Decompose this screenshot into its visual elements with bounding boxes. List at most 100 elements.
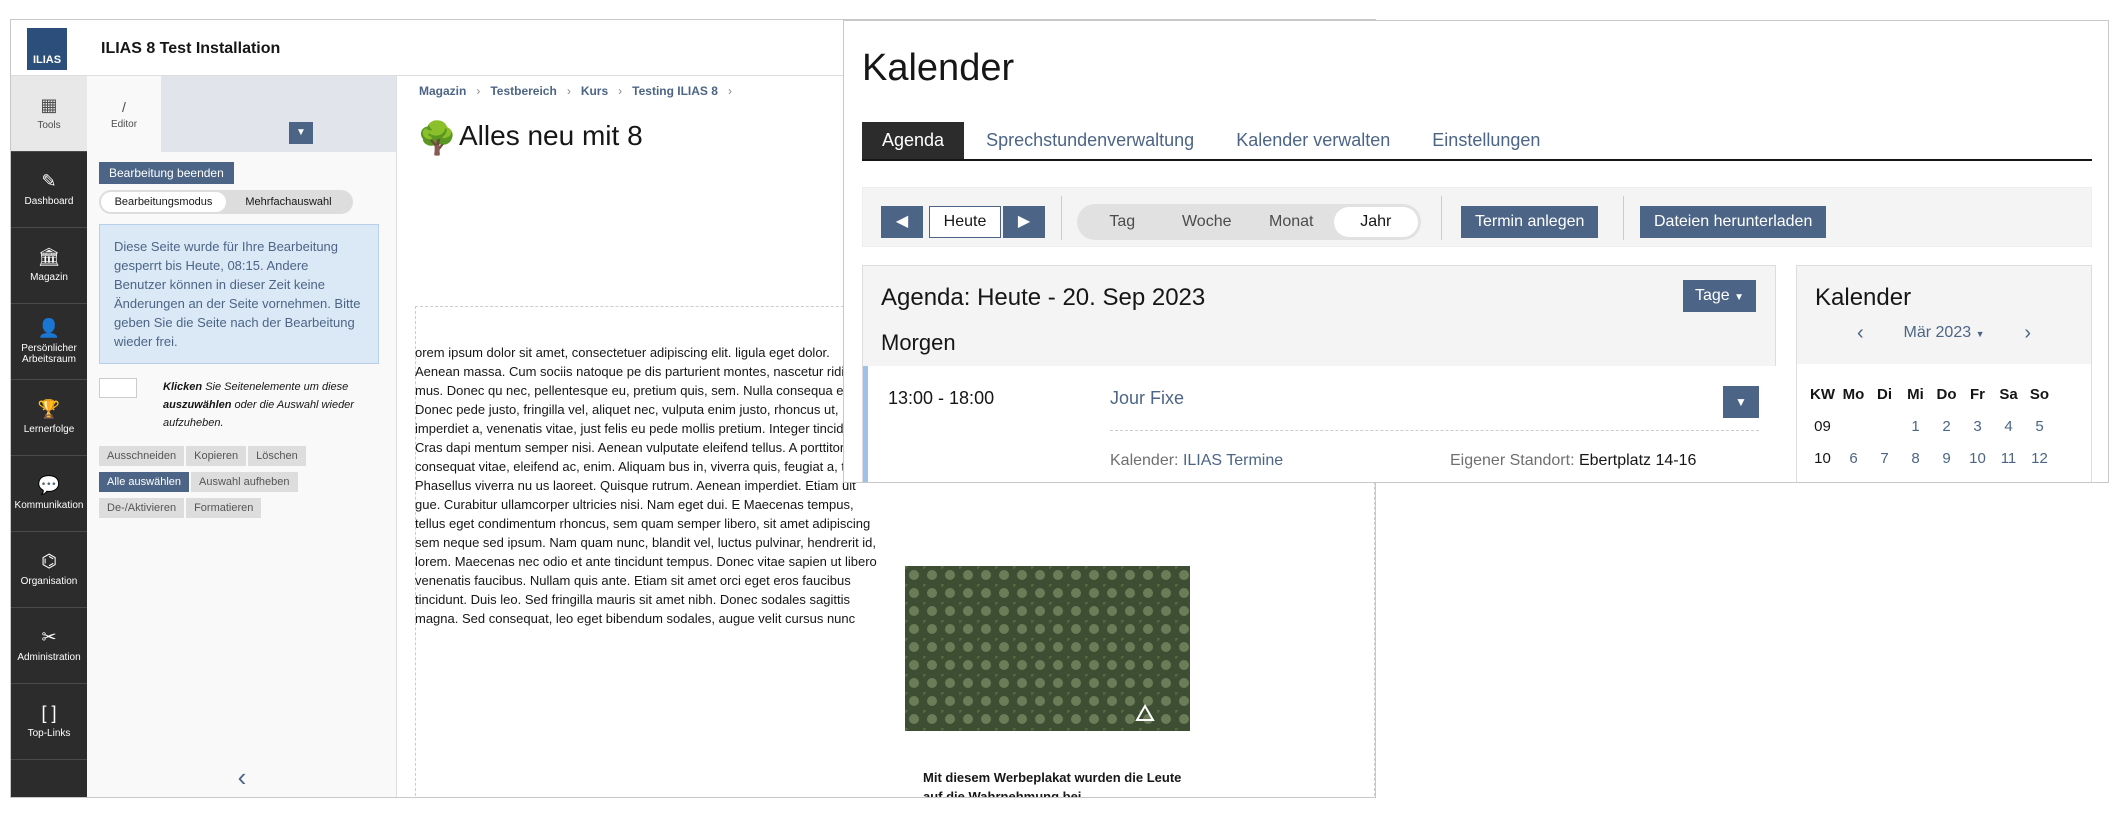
tab-settings[interactable]: Einstellungen	[1412, 122, 1560, 159]
chevron-right-icon: ›	[727, 84, 732, 98]
previous-button[interactable]: ◀	[881, 206, 923, 238]
view-month[interactable]: Monat	[1249, 207, 1334, 237]
mainbar-item-tools[interactable]: ▦ Tools	[11, 76, 87, 152]
mode-edit-button[interactable]: Bearbeitungsmodus	[101, 192, 226, 212]
tab-office-hours[interactable]: Sprechstundenverwaltung	[966, 122, 1214, 159]
ilias-logo[interactable]: ILIAS	[27, 28, 67, 70]
select-all-button[interactable]: Alle auswählen	[99, 472, 189, 492]
day-cell[interactable]: 8	[1900, 442, 1931, 474]
copy-button[interactable]: Kopieren	[186, 446, 247, 466]
bank-icon: 🏛	[37, 247, 61, 267]
slate-tabs: / Editor	[87, 76, 396, 152]
day-cell[interactable]: 5	[2024, 410, 2055, 442]
day-cell[interactable]: 11	[1993, 442, 2024, 474]
mainbar-item-organisation[interactable]: ⌬ Organisation	[11, 532, 87, 608]
new-appointment-button[interactable]: Termin anlegen	[1461, 206, 1599, 238]
view-mode-selector: Tag Woche Monat Jahr	[1077, 204, 1421, 240]
text-paragraph[interactable]: orem ipsum dolor sit amet, consectetuer …	[415, 343, 877, 628]
chevron-right-icon[interactable]: ›	[2024, 322, 2031, 345]
unselect-button[interactable]: Auswahl aufheben	[191, 472, 298, 492]
event-title-link[interactable]: Jour Fixe	[1110, 388, 1184, 409]
event-location-label: Eigener Standort:	[1450, 452, 1575, 469]
day-cell	[1869, 410, 1900, 442]
tab-editor[interactable]: / Editor	[87, 76, 161, 152]
breadcrumb-item[interactable]: Testing ILIAS 8	[632, 84, 718, 98]
page-title: Alles neu mit 8	[459, 120, 643, 151]
day-cell[interactable]: 3	[1962, 410, 1993, 442]
download-files-button[interactable]: Dateien herunterladen	[1640, 206, 1827, 238]
tree-icon: 🌳	[417, 120, 457, 156]
event-calendar-link[interactable]: ILIAS Termine	[1183, 452, 1283, 469]
mainbar-item-lernerfolge[interactable]: 🏆 Lernerfolge	[11, 380, 87, 456]
mainbar-item-dashboard[interactable]: ✎ Dashboard	[11, 152, 87, 228]
caret-down-icon: ▼	[1735, 395, 1747, 409]
month-dropdown[interactable]: Mär 2023 ▼	[1904, 324, 1985, 341]
view-day[interactable]: Tag	[1080, 207, 1165, 237]
mode-multi-button[interactable]: Mehrfachauswahl	[226, 192, 351, 212]
next-button[interactable]: ▶	[1003, 206, 1045, 238]
tab-agenda[interactable]: Agenda	[862, 122, 965, 159]
mainbar-item-toplinks[interactable]: [ ] Top-Links	[11, 684, 87, 760]
dashboard-icon: ✎	[41, 171, 57, 191]
day-cell[interactable]: 6	[1838, 442, 1869, 474]
cut-button[interactable]: Ausschneiden	[99, 446, 185, 466]
today-button[interactable]: Heute	[929, 206, 1001, 238]
day-cell[interactable]: 7	[1869, 442, 1900, 474]
range-dropdown[interactable]: Tage ▼	[1683, 280, 1757, 312]
mini-calendar: Kalender ‹ Mär 2023 ▼ › KW Mo Di Mi Do Fr Sa So…	[1796, 265, 2092, 482]
breadcrumb-item[interactable]: Magazin	[419, 84, 466, 98]
weekday-header: So	[2029, 385, 2050, 403]
weekday-header: Di	[1877, 385, 1892, 403]
caret-down-icon: ▼	[1734, 292, 1745, 303]
breadcrumb-item[interactable]: Kurs	[581, 84, 608, 98]
mainbar-item-label: Administration	[17, 652, 81, 663]
end-edit-dropdown-caret[interactable]: ▼	[289, 122, 313, 144]
puzzle-pattern-icon	[905, 566, 1190, 731]
day-section-heading: Morgen	[881, 330, 956, 355]
day-cell[interactable]: 9	[1931, 442, 1962, 474]
mainbar-item-administration[interactable]: ✂ Administration	[11, 608, 87, 684]
event-location-value: Ebertplatz 14-16	[1578, 452, 1697, 469]
view-week[interactable]: Woche	[1165, 207, 1250, 237]
day-cell[interactable]: 1	[1900, 410, 1931, 442]
event-item: 13:00 - 18:00 Jour Fixe ▼ Kalender: ILIA…	[863, 366, 1777, 482]
tab-manage-calendars[interactable]: Kalender verwalten	[1216, 122, 1410, 159]
divider	[1110, 430, 1759, 431]
day-cell[interactable]: 12	[2024, 442, 2055, 474]
mainbar-item-persönlicher[interactable]: 👤 Persönlicher Arbeitsraum	[11, 304, 87, 380]
breadcrumb-item[interactable]: Testbereich	[490, 84, 556, 98]
tool-slate: / Editor Bearbeitung beenden Bearbeitung…	[87, 76, 397, 797]
mainbar-item-kommunikation[interactable]: 💬 Kommunikation	[11, 456, 87, 532]
day-cell[interactable]: 4	[1993, 410, 2024, 442]
chevron-right-icon: ›	[618, 84, 623, 98]
grid-icon: ▦	[40, 95, 58, 115]
day-cell[interactable]: 2	[1931, 410, 1962, 442]
hint-bold-click: Klicken	[163, 381, 203, 393]
week-row: 10 6 7 8 9 10 11 12	[1807, 442, 2055, 474]
pencil-icon: /	[122, 98, 126, 115]
chevron-right-icon: ▶	[1017, 213, 1031, 230]
end-edit-button[interactable]: Bearbeitung beenden	[99, 162, 234, 184]
mainbar-item-magazin[interactable]: 🏛 Magazin	[11, 228, 87, 304]
week-row: 09 1 2 3 4 5	[1807, 410, 2055, 442]
toggle-active-button[interactable]: De-/Aktivieren	[99, 498, 185, 518]
chevron-left-icon[interactable]: ‹	[1857, 322, 1864, 345]
chevron-left-icon: ◀	[895, 213, 909, 230]
poster-image[interactable]	[905, 566, 1190, 731]
installation-title: ILIAS 8 Test Installation	[101, 40, 281, 57]
format-button[interactable]: Formatieren	[186, 498, 262, 518]
collapse-slate-icon[interactable]: ‹	[87, 757, 397, 797]
mini-calendar-nav: ‹ Mär 2023 ▼ ›	[1797, 322, 2091, 345]
mainbar-item-label: Magazin	[30, 272, 68, 283]
delete-button[interactable]: Löschen	[248, 446, 306, 466]
divider	[1623, 196, 1624, 240]
selection-checkbox[interactable]	[99, 378, 137, 398]
day-cell[interactable]: 10	[1962, 442, 1993, 474]
event-actions-dropdown[interactable]: ▼	[1723, 386, 1759, 418]
mainbar: ▦ Tools ✎ Dashboard 🏛 Magazin 👤 Persönlicher Ar…	[11, 76, 87, 797]
weekday-header: Mo	[1842, 385, 1865, 403]
slate-body: Bearbeitung beenden Bearbeitungsmodus Me…	[87, 152, 396, 534]
mainbar-item-label: Kommunikation	[14, 500, 84, 511]
breadcrumb: Magazin › Testbereich › Kurs › Testing ILIAS 8…	[419, 84, 742, 98]
view-year[interactable]: Jahr	[1333, 207, 1418, 237]
